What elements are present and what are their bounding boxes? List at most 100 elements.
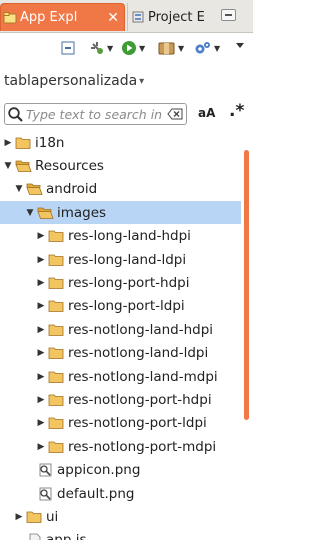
file-icon bbox=[29, 533, 41, 540]
project-name: tablapersonalizada bbox=[4, 73, 138, 89]
expand-right-icon[interactable]: ▶ bbox=[36, 418, 46, 428]
chevron-down-icon[interactable]: ▼ bbox=[107, 44, 113, 53]
tree-row[interactable]: ▶ res-notlong-land-mdpi bbox=[0, 365, 241, 388]
tree-row[interactable]: appicon.png bbox=[0, 459, 241, 482]
package-icon bbox=[158, 42, 175, 55]
settings-button[interactable]: ▼ bbox=[194, 39, 220, 57]
tree-row[interactable]: ▶ res-notlong-land-hdpi bbox=[0, 318, 241, 341]
tree-row[interactable]: app.js bbox=[0, 529, 241, 540]
vertical-scrollbar[interactable] bbox=[244, 150, 249, 420]
image-file-icon bbox=[39, 463, 52, 477]
expand-down-icon[interactable]: ▼ bbox=[25, 208, 35, 218]
close-icon[interactable]: ✕ bbox=[107, 11, 119, 25]
expand-right-icon[interactable]: ▶ bbox=[36, 301, 46, 311]
chevron-down-icon[interactable]: ▼ bbox=[178, 44, 184, 53]
chevron-down-icon bbox=[236, 43, 244, 48]
tab-project-explorer[interactable]: Project E bbox=[127, 3, 213, 31]
folder-icon bbox=[48, 254, 64, 266]
tree-item-label: android bbox=[46, 181, 98, 198]
tree-item-label: res-notlong-land-mdpi bbox=[68, 368, 218, 385]
tab-app-explorer[interactable]: App Expl ✕ bbox=[0, 3, 125, 31]
folder-icon bbox=[48, 441, 64, 453]
tree-item-label: appicon.png bbox=[57, 462, 141, 479]
tree-row[interactable]: ▶ i18n bbox=[0, 131, 241, 154]
view-tab-bar: App Expl ✕ Project E bbox=[0, 0, 253, 33]
tab-project-explorer-label: Project E bbox=[148, 9, 205, 25]
new-item-button[interactable]: ▼ bbox=[89, 39, 113, 57]
expand-right-icon[interactable]: ▶ bbox=[36, 255, 46, 265]
folder-icon bbox=[48, 300, 64, 313]
image-file-icon bbox=[39, 487, 52, 500]
tree-row[interactable]: ▶ res-notlong-port-hdpi bbox=[0, 388, 241, 411]
tree-row[interactable]: ▶ res-notlong-port-mdpi bbox=[0, 435, 241, 458]
settings-icon bbox=[195, 42, 210, 54]
expand-down-icon[interactable]: ▼ bbox=[14, 184, 24, 194]
folder-icon bbox=[48, 230, 64, 242]
folder-icon bbox=[26, 183, 43, 196]
expand-down-icon[interactable]: ▼ bbox=[3, 161, 13, 171]
folder-icon bbox=[48, 324, 64, 336]
tree-row[interactable]: ▼ images bbox=[0, 201, 241, 225]
tree-row[interactable]: ▶ res-notlong-port-ldpi bbox=[0, 412, 241, 435]
view-menu-button[interactable] bbox=[235, 37, 245, 55]
expand-right-icon[interactable]: ▶ bbox=[36, 325, 46, 335]
tree-row[interactable]: ▶ res-long-port-hdpi bbox=[0, 271, 241, 294]
tree-item-label: ui bbox=[46, 508, 59, 525]
folder-icon bbox=[48, 371, 64, 383]
folder-icon bbox=[26, 511, 42, 523]
tree-item-label: default.png bbox=[57, 485, 135, 502]
expand-right-icon[interactable]: ▶ bbox=[36, 348, 46, 358]
tree-row[interactable]: default.png bbox=[0, 482, 241, 505]
folder-icon bbox=[37, 207, 54, 219]
match-case-toggle[interactable]: aA bbox=[198, 106, 215, 120]
search-input[interactable] bbox=[24, 105, 164, 123]
project-explorer-icon bbox=[132, 11, 144, 23]
run-button[interactable]: ▼ bbox=[121, 39, 145, 57]
tree-row[interactable]: ▼ android bbox=[0, 178, 241, 201]
folder-icon bbox=[48, 347, 64, 359]
run-icon bbox=[122, 41, 136, 55]
search-box[interactable] bbox=[4, 103, 187, 125]
new-item-icon bbox=[91, 42, 103, 54]
clear-search-icon[interactable] bbox=[167, 108, 183, 120]
chevron-down-icon: ▾ bbox=[139, 75, 145, 87]
expand-right-icon[interactable]: ▶ bbox=[14, 512, 24, 522]
collapse-all-button[interactable] bbox=[60, 39, 76, 57]
tree-item-label: res-long-port-ldpi bbox=[68, 298, 185, 315]
folder-icon bbox=[15, 137, 31, 149]
tree-item-label: res-long-port-hdpi bbox=[68, 274, 190, 291]
expand-right-icon[interactable]: ▶ bbox=[36, 442, 46, 452]
tree-item-label: res-notlong-land-ldpi bbox=[68, 345, 209, 362]
package-button[interactable]: ▼ bbox=[158, 39, 184, 57]
tree-row[interactable]: ▶ res-long-land-ldpi bbox=[0, 248, 241, 271]
tree-item-label: res-notlong-port-hdpi bbox=[68, 391, 212, 408]
tree-item-label: app.js bbox=[46, 532, 87, 540]
collapse-all-icon bbox=[61, 41, 75, 55]
app-explorer-icon bbox=[3, 11, 17, 23]
folder-icon bbox=[48, 277, 64, 289]
expand-right-icon[interactable]: ▶ bbox=[3, 138, 13, 148]
tree-row[interactable]: ▼ Resources bbox=[0, 154, 241, 177]
tree-row[interactable]: ▶ ui bbox=[0, 505, 241, 528]
minimize-button[interactable] bbox=[221, 9, 236, 21]
tree-item-label: res-long-land-hdpi bbox=[68, 228, 191, 245]
folder-icon bbox=[15, 160, 32, 172]
chevron-down-icon[interactable]: ▼ bbox=[139, 44, 145, 53]
chevron-down-icon[interactable]: ▼ bbox=[214, 44, 220, 53]
tree-item-label: i18n bbox=[35, 134, 65, 151]
tree-row[interactable]: ▶ res-long-port-ldpi bbox=[0, 295, 241, 318]
project-selector[interactable]: tablapersonalizada ▾ bbox=[4, 73, 144, 89]
expand-right-icon[interactable]: ▶ bbox=[36, 372, 46, 382]
expand-right-icon[interactable]: ▶ bbox=[36, 278, 46, 288]
expand-right-icon[interactable]: ▶ bbox=[36, 395, 46, 405]
tab-app-explorer-label: App Expl bbox=[20, 10, 78, 25]
expand-right-icon[interactable]: ▶ bbox=[36, 231, 46, 241]
folder-icon bbox=[48, 394, 64, 406]
tree-row[interactable]: ▶ res-long-land-hdpi bbox=[0, 225, 241, 248]
tree-row[interactable]: ▶ res-notlong-land-ldpi bbox=[0, 342, 241, 365]
tree-item-label: res-long-land-ldpi bbox=[68, 251, 187, 268]
tree-item-label: images bbox=[57, 204, 107, 221]
regex-toggle[interactable]: .* bbox=[229, 101, 244, 121]
resource-tree: ▶ i18n ▼ Resources ▼ android ▼ images ▶ res-long-… bbox=[0, 131, 241, 540]
tree-item-label: Resources bbox=[35, 157, 104, 174]
